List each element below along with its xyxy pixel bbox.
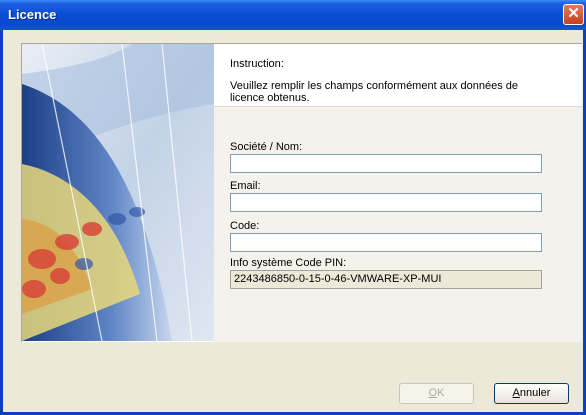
email-input[interactable] <box>230 193 542 212</box>
cancel-accel: A <box>512 387 520 399</box>
instruction-text-line1: Veuillez remplir les champs conformément… <box>230 80 518 92</box>
instruction-heading: Instruction: <box>230 58 284 70</box>
email-label: Email: <box>230 180 261 192</box>
banner-image <box>22 44 214 341</box>
ok-label-rest: K <box>437 387 445 399</box>
societe-label: Société / Nom: <box>230 141 303 153</box>
banner-illustration <box>22 44 214 341</box>
window-title: Licence <box>8 7 57 22</box>
pin-label: Info système Code PIN: <box>230 257 347 269</box>
instruction-text-line2: licence obtenus. <box>230 92 310 104</box>
pin-field: 2243486850-0-15-0-46-VMWARE-XP-MUI <box>230 270 542 289</box>
cancel-label-rest: nnuler <box>519 387 551 399</box>
ok-accel: O <box>428 387 438 399</box>
societe-input[interactable] <box>230 154 542 173</box>
ok-button[interactable]: OK <box>399 383 474 404</box>
close-icon: ✕ <box>567 5 580 22</box>
code-label: Code: <box>230 220 260 232</box>
code-input[interactable] <box>230 233 542 252</box>
title-bar[interactable]: Licence ✕ <box>0 0 586 30</box>
close-button[interactable]: ✕ <box>563 4 584 25</box>
cancel-button[interactable]: Annuler <box>494 383 569 404</box>
